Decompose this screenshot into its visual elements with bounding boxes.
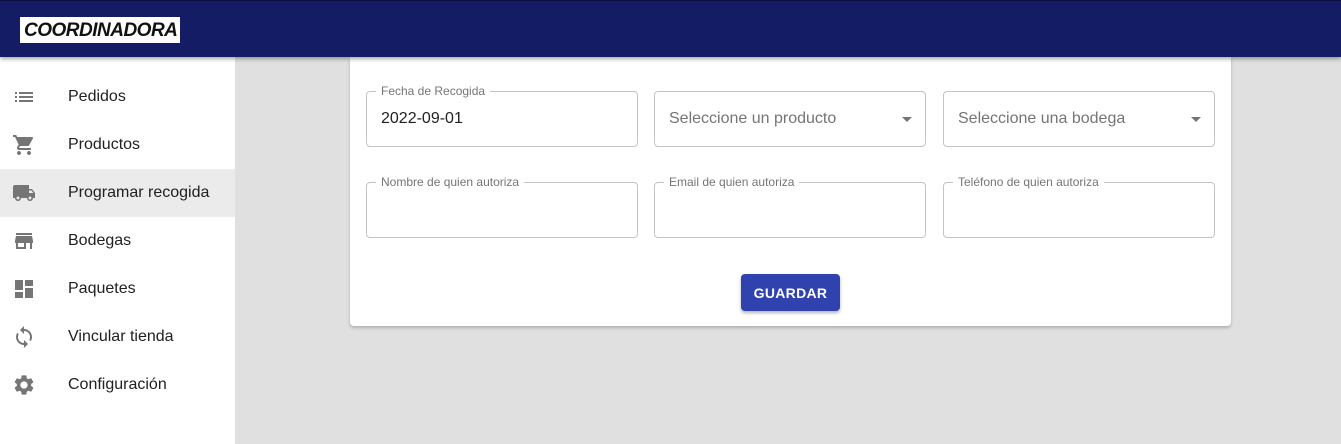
chevron-down-icon bbox=[1191, 117, 1201, 122]
producto-placeholder: Seleccione un producto bbox=[669, 110, 837, 127]
app-bar: COORDINADORA bbox=[0, 0, 1341, 57]
telefono-autoriza-label: Teléfono de quien autoriza bbox=[953, 175, 1104, 189]
sidebar-item-label: Paquetes bbox=[68, 280, 136, 297]
sidebar-item-label: Vincular tienda bbox=[68, 328, 174, 345]
sidebar-item-vincular-tienda[interactable]: Vincular tienda bbox=[0, 313, 235, 361]
gear-icon bbox=[12, 373, 36, 397]
sync-icon bbox=[12, 325, 36, 349]
sidebar-item-label: Programar recogida bbox=[68, 184, 210, 201]
sidebar: Pedidos Productos Programar recogida Bod… bbox=[0, 57, 235, 444]
store-icon bbox=[12, 229, 36, 253]
producto-select[interactable]: Seleccione un producto bbox=[654, 91, 926, 147]
email-autoriza-field[interactable]: Email de quien autoriza bbox=[654, 175, 926, 238]
nombre-autoriza-label: Nombre de quien autoriza bbox=[376, 175, 525, 189]
bodega-select[interactable]: Seleccione una bodega bbox=[943, 91, 1215, 147]
sidebar-item-bodegas[interactable]: Bodegas bbox=[0, 217, 235, 265]
nombre-autoriza-field[interactable]: Nombre de quien autoriza bbox=[366, 175, 638, 238]
telefono-autoriza-field[interactable]: Teléfono de quien autoriza bbox=[943, 175, 1215, 238]
shopping-cart-icon bbox=[12, 133, 36, 157]
pickup-form-card: Fecha de Recogida 2022-09-01 Seleccione … bbox=[350, 57, 1231, 326]
fecha-recogida-label: Fecha de Recogida bbox=[376, 84, 491, 98]
sidebar-item-label: Pedidos bbox=[68, 88, 126, 105]
sidebar-item-paquetes[interactable]: Paquetes bbox=[0, 265, 235, 313]
dashboard-icon bbox=[12, 277, 36, 301]
coordinadora-logo[interactable]: COORDINADORA bbox=[20, 17, 180, 43]
truck-icon bbox=[12, 181, 36, 205]
sidebar-item-programar-recogida[interactable]: Programar recogida bbox=[0, 169, 235, 217]
sidebar-item-pedidos[interactable]: Pedidos bbox=[0, 73, 235, 121]
sidebar-item-configuracion[interactable]: Configuración bbox=[0, 361, 235, 409]
fecha-recogida-field[interactable]: Fecha de Recogida 2022-09-01 bbox=[366, 84, 638, 147]
guardar-button[interactable]: GUARDAR bbox=[741, 274, 840, 311]
sidebar-item-productos[interactable]: Productos bbox=[0, 121, 235, 169]
sidebar-item-label: Configuración bbox=[68, 376, 167, 393]
fecha-recogida-value: 2022-09-01 bbox=[381, 110, 463, 127]
sidebar-item-label: Bodegas bbox=[68, 232, 132, 249]
email-autoriza-label: Email de quien autoriza bbox=[664, 175, 800, 189]
list-icon bbox=[12, 85, 36, 109]
bodega-placeholder: Seleccione una bodega bbox=[958, 110, 1126, 127]
logo-text: COORDINADORA bbox=[24, 19, 178, 41]
sidebar-item-label: Productos bbox=[68, 136, 141, 153]
chevron-down-icon bbox=[902, 117, 912, 122]
